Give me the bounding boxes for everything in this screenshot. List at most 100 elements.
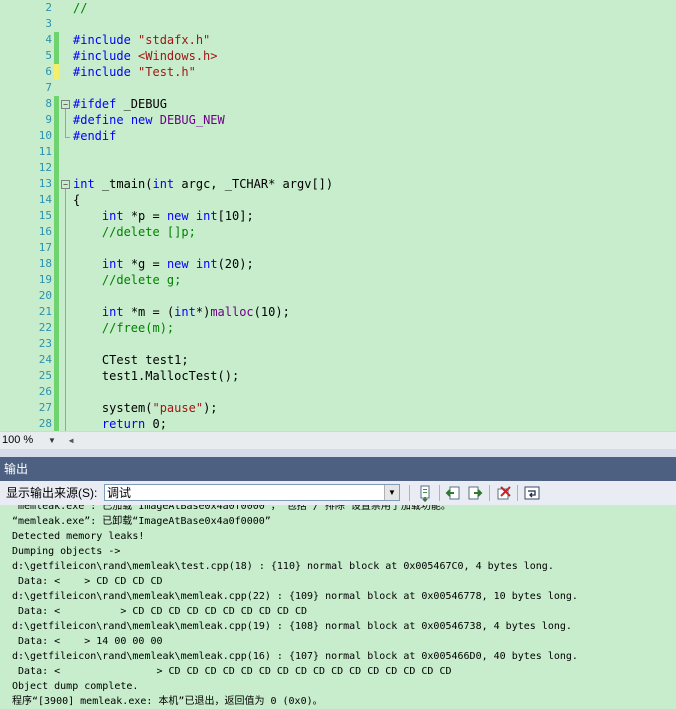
output-line: Dumping objects ->: [12, 546, 121, 557]
next-message-icon: [468, 486, 483, 500]
saved-change-marker: [54, 304, 59, 320]
find-message-button[interactable]: [416, 484, 434, 503]
scroll-left-icon[interactable]: ◀: [66, 435, 76, 447]
find-message-icon: [420, 485, 430, 503]
saved-change-marker: [54, 144, 59, 160]
code-line: #include "stdafx.h": [73, 33, 211, 47]
line-number: 20: [38, 289, 52, 302]
line-number: 16: [38, 225, 52, 238]
clear-all-icon: [497, 486, 511, 500]
output-source-label: 显示输出来源(S):: [6, 486, 98, 500]
word-wrap-button[interactable]: [523, 484, 541, 502]
output-text-area[interactable]: “memleak.exe”: 已加载“ImageAtBase0x4a0f0000…: [0, 505, 676, 709]
line-number: 12: [38, 161, 52, 174]
line-number: 19: [38, 273, 52, 286]
output-line: “memleak.exe”: 已卸载“ImageAtBase0x4a0f0000…: [12, 516, 271, 527]
line-number: 25: [38, 369, 52, 382]
line-number: 17: [38, 241, 52, 254]
line-number: 8: [45, 97, 52, 110]
saved-change-marker: [54, 416, 59, 431]
zoom-value: 100 %: [2, 434, 34, 446]
code-line: //free(m);: [73, 321, 175, 335]
outlining-margin[interactable]: − −: [60, 0, 72, 431]
saved-change-marker: [54, 128, 59, 144]
horizontal-scrollbar[interactable]: ◀: [66, 435, 670, 447]
code-text-area[interactable]: // #include "stdafx.h" #include <Windows.h…: [73, 0, 676, 431]
code-line: CTest test1;: [73, 353, 189, 367]
collapse-ifdef-icon[interactable]: −: [61, 100, 70, 109]
line-number: 2: [45, 1, 52, 14]
chevron-down-icon: ▼: [48, 436, 56, 445]
code-line: //: [73, 1, 88, 15]
code-line: system("pause");: [73, 401, 218, 415]
saved-change-marker: [54, 192, 59, 208]
line-number: 22: [38, 321, 52, 334]
code-line: #include "Test.h": [73, 65, 196, 79]
unsaved-change-marker: [54, 64, 59, 80]
saved-change-marker: [54, 272, 59, 288]
saved-change-marker: [54, 384, 59, 400]
line-number: 7: [45, 81, 52, 94]
output-line: “memleak.exe”: 已加载“ImageAtBase0x4a0f0000…: [12, 505, 451, 512]
saved-change-marker: [54, 208, 59, 224]
saved-change-marker: [54, 176, 59, 192]
output-source-select[interactable]: 调试 ▼: [104, 484, 400, 501]
next-message-button[interactable]: [466, 484, 484, 502]
output-title-text: 输出: [4, 462, 29, 476]
line-number: 14: [38, 193, 52, 206]
line-number: 4: [45, 33, 52, 46]
line-number: 10: [38, 129, 52, 142]
code-line: int _tmain(int argc, _TCHAR* argv[]): [73, 177, 334, 191]
code-editor[interactable]: 2 3 4 5 6 7 8 9 10 11 12 13 14 15 16 17 18 19 20 21 22 23 24 25…: [0, 0, 676, 431]
output-line: Data: < > CD CD CD CD: [12, 576, 163, 587]
output-line: Detected memory leaks!: [12, 531, 145, 542]
line-number: 18: [38, 257, 52, 270]
output-line: 程序“[3900] memleak.exe: 本机”已退出，返回值为 0 (0x…: [12, 696, 323, 707]
output-line: Data: < > 14 00 00 00: [12, 636, 163, 647]
line-number: 15: [38, 209, 52, 222]
output-line: Object dump complete.: [12, 681, 139, 692]
saved-change-marker: [54, 240, 59, 256]
line-number: 27: [38, 401, 52, 414]
panel-splitter[interactable]: [0, 449, 676, 457]
saved-change-marker: [54, 288, 59, 304]
collapse-function-icon[interactable]: −: [61, 180, 70, 189]
saved-change-marker: [54, 224, 59, 240]
code-line: return 0;: [101, 417, 167, 431]
word-wrap-icon: [524, 486, 540, 500]
clear-all-button[interactable]: [495, 484, 513, 502]
output-line: d:\getfileicon\rand\memleak\memleak.cpp(…: [12, 621, 572, 632]
breakpoint-gutter[interactable]: [0, 0, 16, 431]
saved-change-marker: [54, 336, 59, 352]
output-line: d:\getfileicon\rand\memleak\memleak.cpp(…: [12, 591, 578, 602]
line-number: 6: [45, 65, 52, 78]
saved-change-marker: [54, 320, 59, 336]
line-number: 24: [38, 353, 52, 366]
previous-message-icon: [445, 486, 460, 500]
code-line: {: [73, 193, 81, 207]
line-number: 5: [45, 49, 52, 62]
saved-change-marker: [54, 352, 59, 368]
line-number: 28: [38, 417, 52, 430]
output-source-value: 调试: [107, 486, 132, 500]
saved-change-marker: [54, 160, 59, 176]
code-line: test1.MallocTest();: [73, 369, 240, 383]
previous-message-button[interactable]: [444, 484, 462, 502]
line-number: 11: [38, 145, 52, 158]
code-line: int *g = new int(20);: [101, 257, 254, 271]
chevron-down-icon[interactable]: ▼: [384, 485, 399, 500]
line-number: 3: [45, 17, 52, 30]
code-line: #define new DEBUG_NEW: [73, 113, 225, 127]
output-panel-title: 输出: [0, 457, 676, 481]
saved-change-marker: [54, 112, 59, 128]
output-line: d:\getfileicon\rand\memleak\memleak.cpp(…: [12, 651, 578, 662]
saved-change-marker: [54, 256, 59, 272]
line-number: 21: [38, 305, 52, 318]
line-number: 23: [38, 337, 52, 350]
code-line: #endif: [73, 129, 117, 143]
code-line: int *p = new int[10];: [101, 209, 254, 223]
line-number: 9: [45, 113, 52, 126]
zoom-dropdown[interactable]: 100 % ▼: [2, 433, 62, 448]
editor-status-strip: 100 % ▼ ◀: [0, 431, 676, 450]
code-line: int *m = (int*)malloc(10);: [101, 305, 290, 319]
